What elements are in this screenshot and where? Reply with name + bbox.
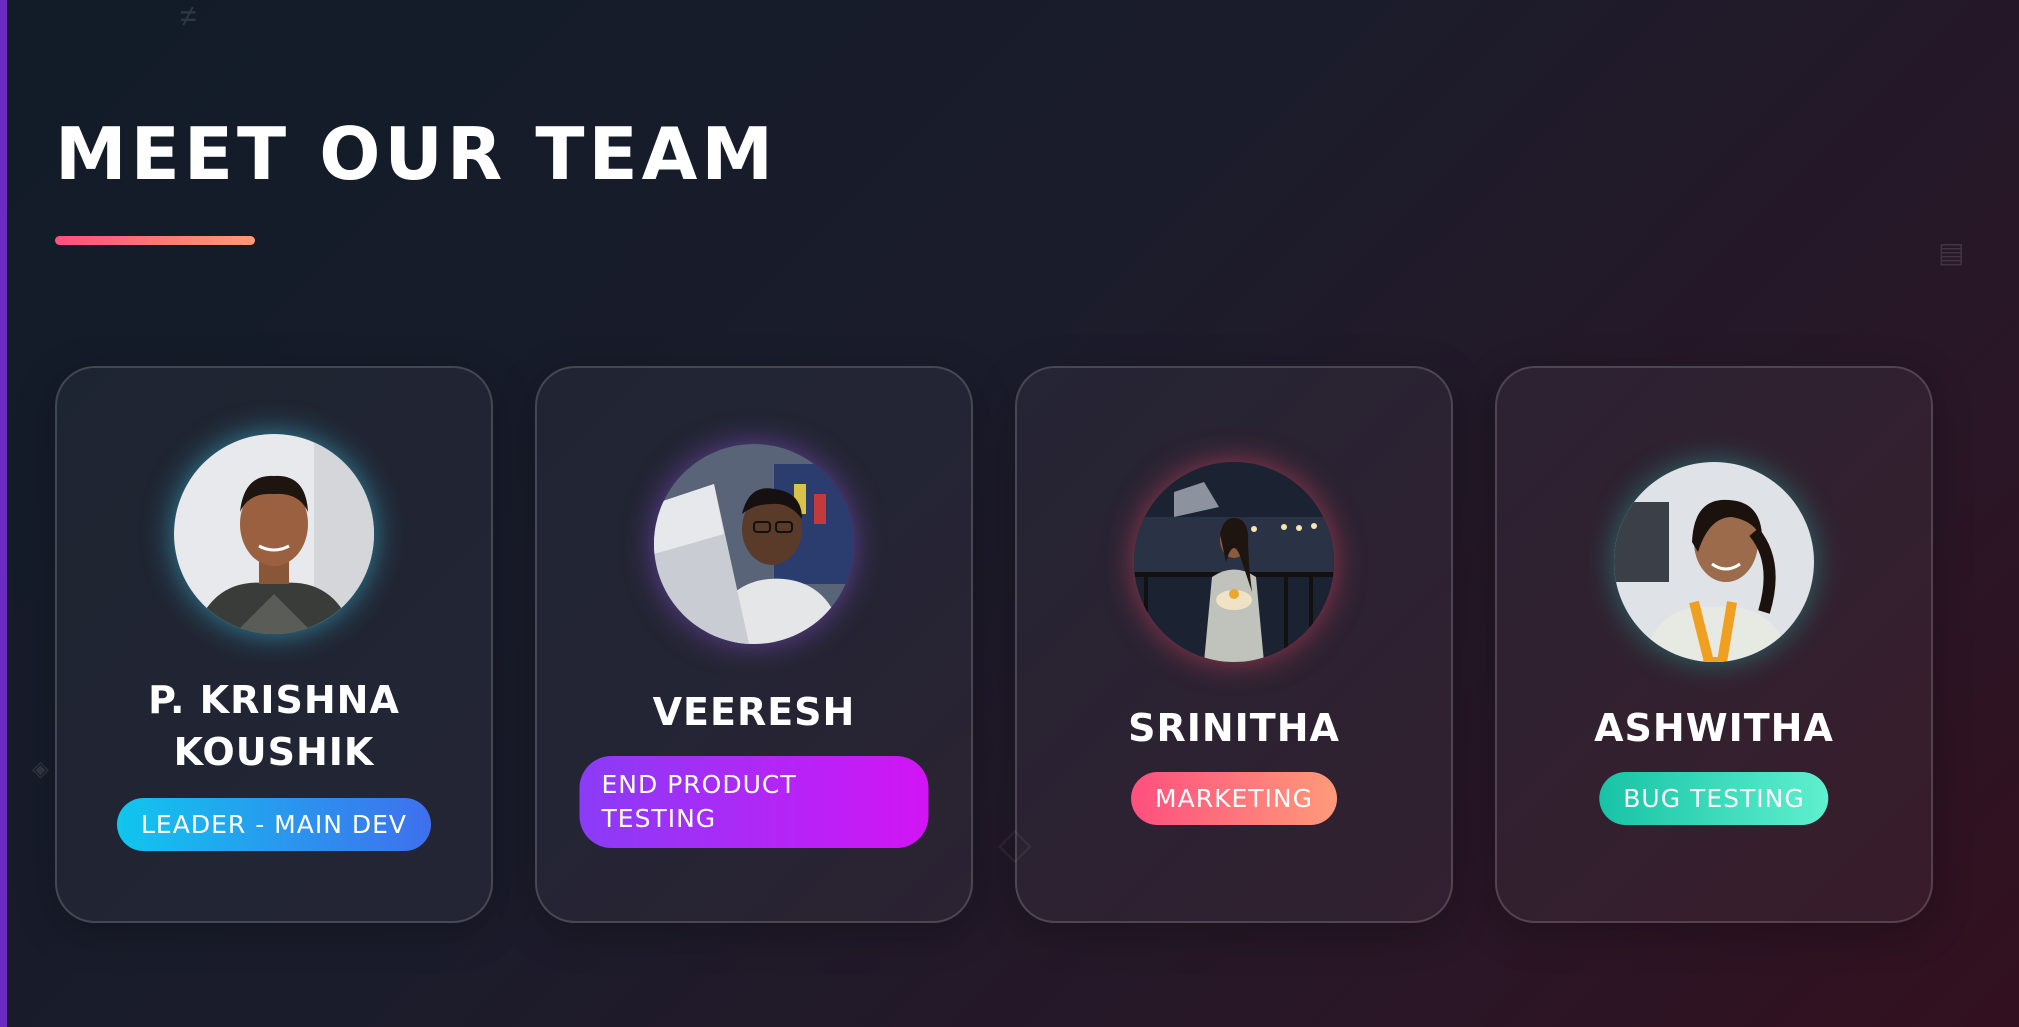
- team-card-srinitha: SRINITHA MARKETING: [1015, 366, 1453, 923]
- person-photo-icon: [174, 434, 374, 634]
- role-badge: END PRODUCT TESTING: [579, 756, 929, 848]
- member-name: VEERESH: [652, 690, 856, 734]
- role-badge: LEADER - MAIN DEV: [117, 798, 431, 851]
- person-photo-icon: [1134, 462, 1334, 662]
- left-accent-bar: [0, 0, 7, 1027]
- decorative-document-icon: ▤: [1938, 237, 1965, 268]
- page-title: MEET OUR TEAM: [55, 112, 778, 196]
- member-name: P. KRISHNA KOUSHIK: [148, 678, 400, 774]
- team-card-veeresh: VEERESH END PRODUCT TESTING: [535, 366, 973, 923]
- decorative-shape-icon: ≠: [180, 0, 197, 33]
- person-photo-icon: [654, 444, 854, 644]
- role-badge: MARKETING: [1131, 772, 1337, 825]
- role-badge: BUG TESTING: [1599, 772, 1829, 825]
- member-name: SRINITHA: [1128, 706, 1340, 750]
- member-name: ASHWITHA: [1594, 706, 1834, 750]
- avatar: [1134, 462, 1334, 662]
- team-card-ashwitha: ASHWITHA BUG TESTING: [1495, 366, 1933, 923]
- decorative-square-icon: ◈: [32, 756, 49, 781]
- team-card-krishna: P. KRISHNA KOUSHIK LEADER - MAIN DEV: [55, 366, 493, 923]
- title-underline: [55, 236, 255, 245]
- avatar: [1614, 462, 1814, 662]
- avatar: [654, 444, 854, 644]
- avatar: [174, 434, 374, 634]
- person-photo-icon: [1614, 462, 1814, 662]
